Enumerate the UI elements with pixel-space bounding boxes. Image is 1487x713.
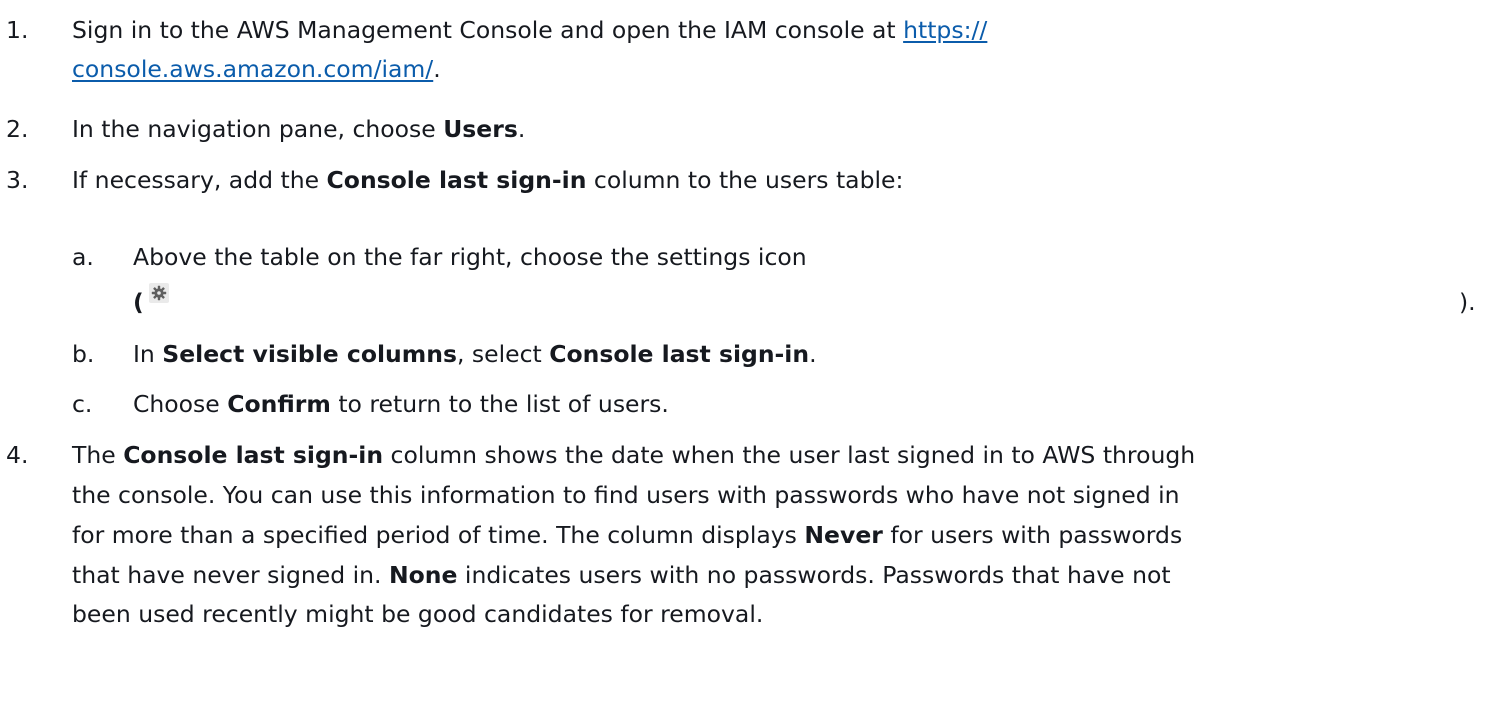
substep-letter: a. [72,243,94,271]
step-1-line-2: console.aws.amazon.com/iam/. [72,52,441,87]
substep-text: . [809,340,817,368]
step-number: 2. [6,115,29,143]
step-number: 3. [6,166,29,194]
ui-term-never: Never [804,521,883,549]
gear-icon-glyph [151,285,167,301]
step-text: Sign in to the AWS Management Console an… [72,16,904,44]
step-text: column to the users table: [586,166,904,194]
instructions-document: 1. Sign in to the AWS Management Console… [0,0,1487,713]
ui-term-console-last-sign-in: Console last sign-in [326,166,587,194]
substep-text: to return to the list of users. [330,390,669,418]
substep-letter: b. [72,340,95,368]
ui-term-console-last-sign-in: Console last sign-in [123,441,384,469]
ui-term-select-visible-columns: Select visible columns [162,340,457,368]
substep-b-line: In Select visible columns, select Consol… [133,337,817,372]
step-2-line: In the navigation pane, choose Users. [72,112,525,147]
substep-text: Choose [133,390,228,418]
step-text: that have never signed in. [72,561,389,589]
step-text: . [517,115,526,143]
step-text: for users with passwords [882,521,1183,549]
substep-c-line: Choose Confirm to return to the list of … [133,387,669,422]
step-text: indicates users with no passwords. Passw… [457,561,1171,589]
ui-term-none: None [388,561,458,589]
substep-a-open-paren: ( [133,288,144,316]
gear-icon [149,283,169,303]
iam-console-link-continued[interactable]: console.aws.amazon.com/iam/ [72,55,433,83]
substep-letter: c. [72,390,93,418]
step-4-line-5: been used recently might be good candida… [72,600,764,628]
substep-text: Above the table on the far right, choose… [133,243,807,271]
step-1-line-1: Sign in to the AWS Management Console an… [72,13,987,48]
iam-console-link[interactable]: https:// [903,16,987,44]
substep-a-close-paren: ). [1459,288,1476,316]
step-4-line-2: the console. You can use this informatio… [72,481,1180,509]
step-4-line-1: The Console last sign-in column shows th… [72,438,1195,473]
step-text: for more than a specified period of time… [72,521,805,549]
step-text: . [433,55,441,83]
step-4-line-3: for more than a specified period of time… [72,518,1182,553]
step-text: In the navigation pane, choose [72,115,444,143]
step-text: If necessary, add the [72,166,327,194]
ui-term-users: Users [443,115,518,143]
ui-term-confirm: Confirm [227,390,331,418]
step-text: The [72,441,124,469]
substep-text: , select [456,340,550,368]
step-text: column shows the date when the user last… [383,441,1196,469]
substep-text: In [133,340,163,368]
step-4-line-4: that have never signed in. None indicate… [72,558,1171,593]
ui-term-console-last-sign-in: Console last sign-in [549,340,810,368]
step-number: 1. [6,16,29,44]
step-3-line: If necessary, add the Console last sign-… [72,163,903,198]
step-number: 4. [6,441,29,469]
substep-a-line-1: Above the table on the far right, choose… [133,240,807,275]
